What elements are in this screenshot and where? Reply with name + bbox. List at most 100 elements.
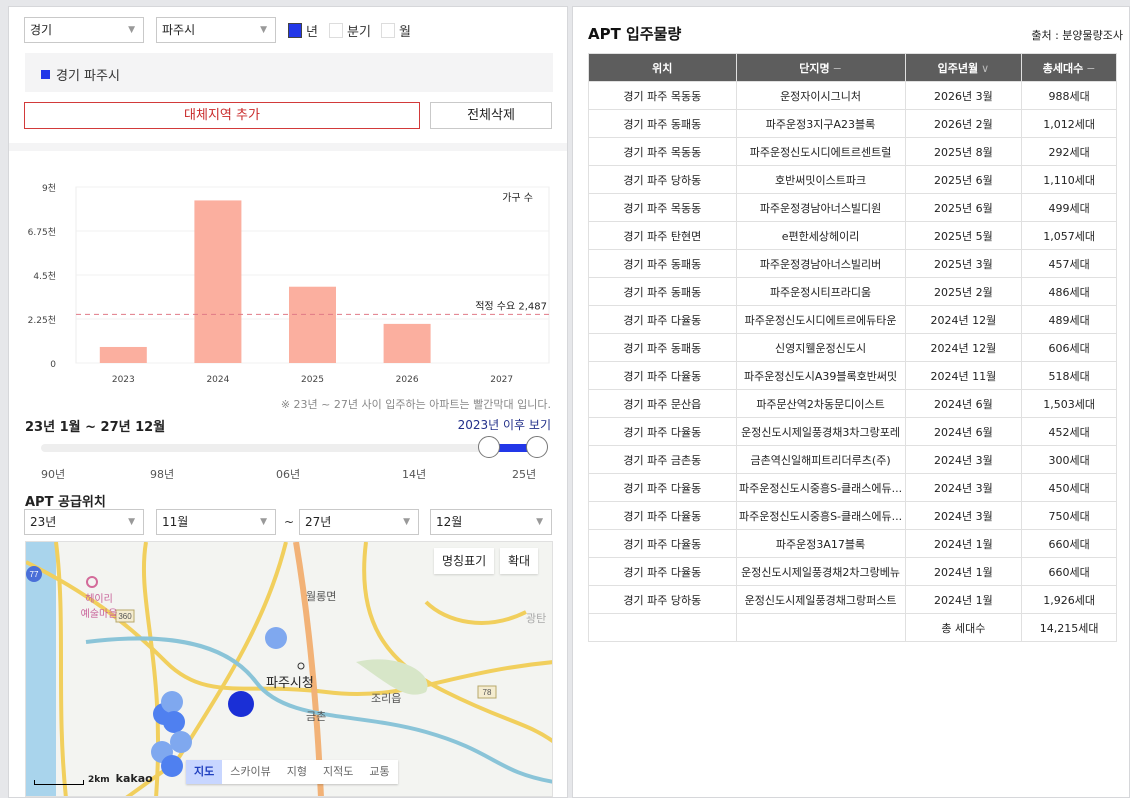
table-row[interactable]: 경기 파주 다율동 파주운정신도시중흥S-클래스에듀... 2024년 3월 750세… [588, 501, 1117, 530]
cell-households: 457세대 [1021, 249, 1117, 278]
map-label-city-hall: 파주시청 [266, 676, 314, 691]
column-header-households[interactable]: 총세대수 − [1021, 53, 1117, 82]
cell-move-in-date: 2024년 1월 [904, 557, 1023, 586]
table-row[interactable]: 경기 파주 다율동 파주운정신도시디에트르에듀타운 2024년 12월 489세대 [588, 305, 1117, 334]
apt-marker[interactable] [161, 755, 183, 777]
supply-map[interactable]: 77 360 78 파주시청 헤이리 예술마을 월롱면 조리읍 금촌 광탄 명칭… [25, 541, 553, 797]
region-chip[interactable]: 경기 파주시 [41, 65, 120, 84]
expressway [293, 542, 324, 796]
cell-households: 486세대 [1021, 277, 1117, 306]
map-type-cadastral[interactable]: 지적도 [315, 760, 361, 784]
apt-marker[interactable] [170, 731, 192, 753]
table-row[interactable]: 경기 파주 동패동 신영지웰운정신도시 2024년 12월 606세대 [588, 333, 1117, 362]
cell-move-in-date: 2024년 6월 [904, 417, 1023, 446]
column-header-move-in-date[interactable]: 입주년월 ∨ [904, 53, 1023, 82]
range-tilde: ~ [284, 515, 295, 529]
x-tick-label: 2026 [396, 375, 419, 385]
cell-location: 경기 파주 다율동 [588, 473, 737, 502]
cell-complex-name: 운정자이시그니처 [735, 81, 906, 110]
map-scale: 2km kakao [34, 772, 153, 785]
table-row[interactable]: 경기 파주 당하동 운정신도시제일풍경채그랑퍼스트 2024년 1월 1,926세대 [588, 585, 1117, 614]
region-chip-label: 경기 파주시 [56, 69, 120, 84]
cell-complex-name: 운정신도시제일풍경채3차그랑포레 [735, 417, 906, 446]
cell-households: 518세대 [1021, 361, 1117, 390]
slider-start-handle[interactable] [477, 436, 500, 458]
period-checkbox-quarter[interactable]: 분기 [329, 21, 371, 40]
scale-label: 2km [88, 775, 110, 785]
map-type-terrain[interactable]: 지형 [279, 760, 315, 784]
table-total-row: 총 세대수 14,215세대 [588, 613, 1117, 642]
map-labels-toggle-button[interactable]: 명칭표기 [434, 548, 495, 574]
cell-move-in-date: 2024년 1월 [904, 585, 1023, 614]
table-row[interactable]: 경기 파주 다율동 운정신도시제일풍경채3차그랑포레 2024년 6월 452세대 [588, 417, 1117, 446]
selected-region-bar: 경기 파주시 [25, 53, 553, 92]
bar-2024[interactable] [194, 200, 242, 363]
cell-location: 경기 파주 다율동 [588, 529, 737, 558]
table-row[interactable]: 경기 파주 목동동 운정자이시그니처 2026년 3월 988세대 [588, 81, 1117, 110]
apt-marker-selected[interactable] [228, 691, 254, 717]
table-row[interactable]: 경기 파주 목동동 파주운정신도시디에트르센트럴 2025년 8월 292세대 [588, 137, 1117, 166]
cell-location: 경기 파주 다율동 [588, 501, 737, 530]
map-type-map[interactable]: 지도 [186, 760, 223, 784]
slider-tick: 06년 [276, 468, 301, 481]
year-range-slider-track[interactable] [41, 444, 537, 452]
table-row[interactable]: 경기 파주 당하동 호반써밋이스트파크 2025년 6월 1,110세대 [588, 165, 1117, 194]
delete-all-button[interactable]: 전체삭제 [430, 102, 552, 129]
column-header-complex[interactable]: 단지명 − [735, 53, 906, 82]
cell-households: 660세대 [1021, 557, 1117, 586]
table-row[interactable]: 경기 파주 금촌동 금촌역신일해피트리더루츠(주) 2024년 3월 300세대 [588, 445, 1117, 474]
table-row[interactable]: 경기 파주 동패동 파주운정시티프라디움 2025년 2월 486세대 [588, 277, 1117, 306]
chevron-down-icon: ▼ [128, 517, 135, 527]
bar-2025[interactable] [289, 286, 336, 363]
to-year-select[interactable]: 27년 ▼ [299, 509, 419, 535]
cell-move-in-date: 2024년 3월 [904, 473, 1023, 502]
province-select[interactable]: 경기 ▼ [24, 17, 144, 43]
apt-marker[interactable] [161, 691, 183, 713]
supply-bar-chart: 0 2.25천 4.5천 6.75천 9천 2023 2024 2025 2026 2027 적정 … [9, 167, 567, 411]
slider-tick: 90년 [41, 468, 66, 481]
table-row[interactable]: 경기 파주 동패동 파주운정3지구A23블록 2026년 2월 1,012세대 [588, 109, 1117, 138]
apt-marker[interactable] [163, 711, 185, 733]
y-tick-label: 9천 [42, 183, 56, 194]
cell-location: 경기 파주 목동동 [588, 193, 737, 222]
column-header-location[interactable]: 위치 [588, 53, 737, 82]
cell-move-in-date: 2024년 1월 [904, 529, 1023, 558]
from-month-select[interactable]: 11월 ▼ [156, 509, 276, 535]
table-row[interactable]: 경기 파주 다율동 파주운정3A17블록 2024년 1월 660세대 [588, 529, 1117, 558]
bar-2026[interactable] [383, 323, 431, 363]
from-year-value: 23년 [30, 515, 57, 529]
city-select[interactable]: 파주시 ▼ [156, 17, 276, 43]
table-row[interactable]: 경기 파주 다율동 운정신도시제일풍경채2차그랑베뉴 2024년 1월 660세대 [588, 557, 1117, 586]
map-type-skyview[interactable]: 스카이뷰 [222, 760, 278, 784]
from-year-select[interactable]: 23년 ▼ [24, 509, 144, 535]
cell-complex-name: 신영지웰운정신도시 [735, 333, 906, 362]
slider-tick: 14년 [402, 468, 427, 481]
table-row[interactable]: 경기 파주 다율동 파주운정신도시A39블록호반써밋 2024년 11월 518세대 [588, 361, 1117, 390]
total-empty-cell [735, 613, 906, 642]
slider-end-handle[interactable] [526, 436, 548, 458]
to-month-select[interactable]: 12월 ▼ [430, 509, 552, 535]
road [424, 600, 527, 625]
kakao-logo: kakao [115, 772, 153, 785]
period-checkbox-month[interactable]: 월 [381, 21, 411, 40]
map-canvas[interactable]: 77 360 78 [26, 542, 553, 797]
cell-complex-name: 파주운정신도시디에트르에듀타운 [735, 305, 906, 334]
table-row[interactable]: 경기 파주 목동동 파주운정경남아너스빌디원 2025년 6월 499세대 [588, 193, 1117, 222]
slider-tick: 98년 [150, 468, 175, 481]
table-row[interactable]: 경기 파주 동패동 파주운정경남아너스빌리버 2025년 3월 457세대 [588, 249, 1117, 278]
cell-complex-name: 호반써밋이스트파크 [735, 165, 906, 194]
view-since-2023-link[interactable]: 2023년 이후 보기 [458, 416, 551, 433]
table-row[interactable]: 경기 파주 다율동 파주운정신도시중흥S-클래스에듀... 2024년 3월 450세… [588, 473, 1117, 502]
map-label-wollong: 월롱면 [306, 590, 337, 603]
cell-complex-name: 파주운정3A17블록 [735, 529, 906, 558]
cell-complex-name: 운정신도시제일풍경채2차그랑베뉴 [735, 557, 906, 586]
add-alt-region-button[interactable]: 대체지역 추가 [24, 102, 420, 129]
bar-2023[interactable] [99, 346, 147, 363]
map-type-traffic[interactable]: 교통 [361, 760, 397, 784]
map-zoom-button[interactable]: 확대 [500, 548, 539, 574]
table-row[interactable]: 경기 파주 문산읍 파주문산역2차동문디이스트 2024년 6월 1,503세대 [588, 389, 1117, 418]
cell-households: 1,057세대 [1021, 221, 1117, 250]
period-checkbox-year[interactable]: 년 [288, 21, 318, 40]
apt-marker[interactable] [265, 627, 287, 649]
table-row[interactable]: 경기 파주 탄현면 e편한세상헤이리 2025년 5월 1,057세대 [588, 221, 1117, 250]
